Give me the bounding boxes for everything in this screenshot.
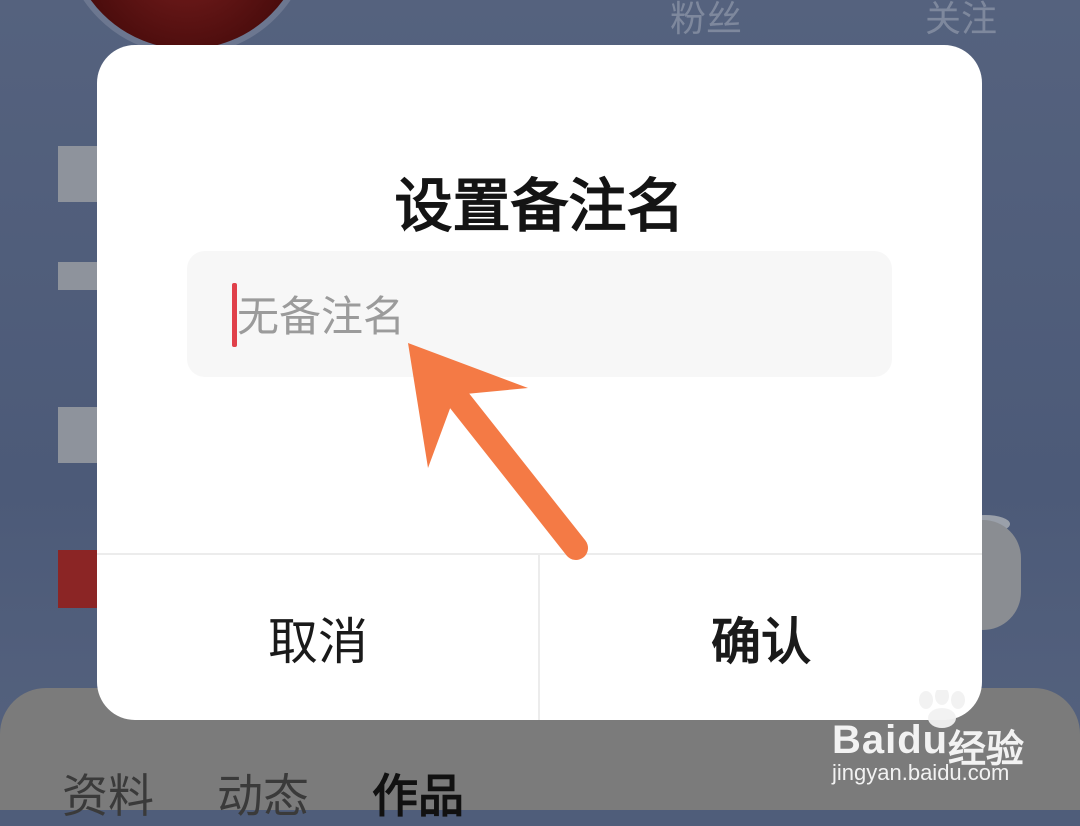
cancel-button[interactable]: 取消 [97, 555, 539, 720]
follow-stat-label: 关注 [925, 0, 998, 40]
background-text-block [58, 262, 98, 290]
tab-info[interactable]: 资料 [62, 760, 154, 826]
background-text-block [58, 407, 98, 463]
dialog-title: 设置备注名 [394, 172, 685, 240]
tab-dynamic[interactable]: 动态 [217, 760, 309, 826]
remark-name-input[interactable]: 无备注名 [187, 251, 892, 377]
fans-stat-label: 粉丝 [670, 0, 743, 40]
watermark-url: jingyan.baidu.com [832, 760, 1010, 785]
tab-works[interactable]: 作品 [372, 760, 464, 826]
background-red-tag [58, 550, 98, 608]
input-placeholder: 无备注名 [237, 292, 406, 341]
set-remark-dialog: 设置备注名 无备注名 取消 确认 [97, 45, 982, 720]
watermark-brand: Baidu [832, 718, 949, 762]
background-text-block [58, 146, 98, 202]
